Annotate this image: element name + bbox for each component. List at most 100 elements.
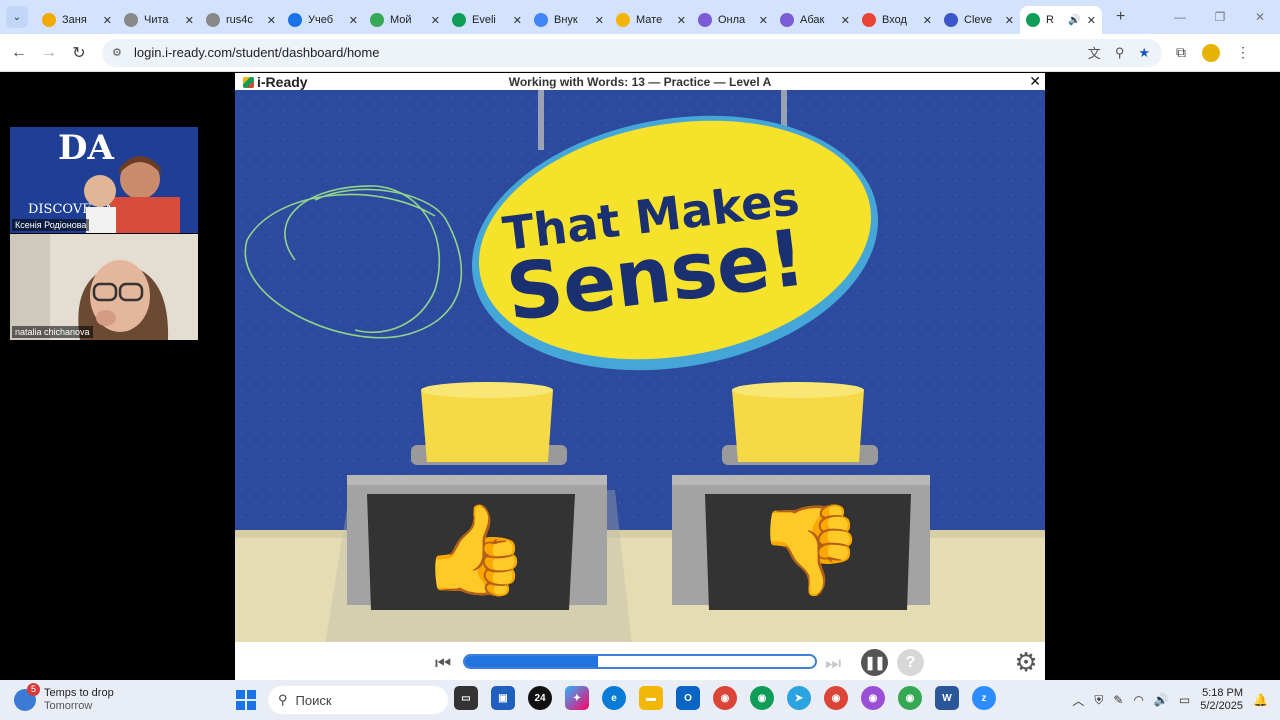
profile-avatar[interactable]	[1202, 43, 1220, 62]
store-icon[interactable]: ▣	[491, 686, 515, 710]
edge-icon[interactable]: e	[602, 686, 626, 710]
notifications-icon[interactable]: 🔔	[1253, 693, 1268, 707]
security-icon[interactable]: ⛨	[1094, 693, 1103, 708]
game-scene: That Makes Sense! 👍 👎	[235, 90, 1045, 642]
app-24-icon[interactable]: 24	[528, 686, 552, 710]
tab-label: Мате	[636, 14, 663, 26]
tab-close-icon[interactable]: ✕	[103, 14, 112, 27]
forward-button[interactable]: →	[34, 44, 64, 62]
tab-close-icon[interactable]: ✕	[267, 14, 276, 27]
url-input[interactable]: ⚙ login.i-ready.com/student/dashboard/ho…	[102, 38, 1162, 67]
smile-icon	[42, 13, 56, 27]
new-tab-button[interactable]: +	[1116, 8, 1125, 26]
minimize-button[interactable]: —	[1160, 10, 1200, 24]
chrome-profile-3-icon[interactable]: ◉	[861, 686, 885, 710]
volume-icon[interactable]: 🔊	[1154, 693, 1169, 707]
system-tray: ︿ ⛨ ✎ ◠ 🔊 ▭ 5:18 PM 5/2/2025 🔔	[1072, 680, 1280, 720]
weather-widget[interactable]: 5 Temps to drop Tomorrow	[14, 683, 214, 713]
weather-icon: 5	[14, 683, 40, 711]
tab-close-icon[interactable]: ✕	[349, 14, 358, 27]
browser-tab[interactable]: Чита ✕	[118, 6, 200, 34]
tab-label: Вход	[882, 14, 907, 26]
pause-button[interactable]: ❚❚	[861, 649, 888, 676]
browser-tab[interactable]: Eveli ✕	[446, 6, 528, 34]
clock[interactable]: 5:18 PM 5/2/2025	[1200, 687, 1243, 713]
zoom-icon[interactable]: ⚲	[1115, 45, 1125, 61]
tab-close-icon[interactable]: ✕	[513, 14, 522, 27]
close-window-button[interactable]: ✕	[1240, 10, 1280, 24]
browser-tab[interactable]: Мате ✕	[610, 6, 692, 34]
bookmark-star-icon[interactable]: ★	[1138, 45, 1150, 61]
tab-close-icon[interactable]: ✕	[677, 14, 686, 27]
lesson-title: Working with Words: 13 — Practice — Leve…	[508, 74, 772, 89]
tab-close-icon[interactable]: ✕	[185, 14, 194, 27]
tab-audio-icon[interactable]: 🔊	[1068, 15, 1080, 26]
taskbar-search-input[interactable]: ⚲ Поиск	[268, 686, 448, 714]
menu-kebab-icon[interactable]: ⋮	[1236, 44, 1250, 61]
settings-gear-icon[interactable]: ⚙	[1012, 648, 1040, 676]
outlook-icon[interactable]: O	[676, 686, 700, 710]
tab-close-icon[interactable]: ✕	[759, 14, 768, 27]
browser-tab[interactable]: Заня ✕	[36, 6, 118, 34]
browser-tab[interactable]: Вход ✕	[856, 6, 938, 34]
browser-tab[interactable]: Внук ✕	[528, 6, 610, 34]
address-bar: ← → ↻ ⚙ login.i-ready.com/student/dashbo…	[0, 34, 1280, 72]
pen-icon[interactable]: ✎	[1113, 693, 1123, 707]
iready-cube-icon	[243, 76, 254, 88]
c-icon	[944, 13, 958, 27]
next-button[interactable]: ⏭	[825, 653, 841, 674]
player-header: i-Ready Working with Words: 13 — Practic…	[235, 73, 1045, 90]
participant-name: natalia chichanova	[12, 326, 93, 338]
tab-close-icon[interactable]: ✕	[431, 14, 440, 27]
browser-tab[interactable]: rus4c ✕	[200, 6, 282, 34]
copilot-icon[interactable]: ✦	[565, 686, 589, 710]
drive-icon	[370, 13, 384, 27]
maximize-button[interactable]: ❐	[1200, 10, 1240, 24]
close-lesson-button[interactable]: ✕	[1029, 73, 1041, 90]
extensions-icon[interactable]: ⧉	[1176, 44, 1186, 61]
browser-tab[interactable]: Абак ✕	[774, 6, 856, 34]
windows-start-button[interactable]	[236, 690, 256, 710]
tab-close-icon[interactable]: ✕	[923, 14, 932, 27]
tray-chevron-icon[interactable]: ︿	[1072, 692, 1084, 709]
iready-player: i-Ready Working with Words: 13 — Practic…	[235, 73, 1045, 680]
chrome-icon[interactable]: ◉	[713, 686, 737, 710]
tab-label: Абак	[800, 14, 825, 26]
chrome-profile-4-icon[interactable]: ◉	[898, 686, 922, 710]
translate-icon[interactable]: 文	[1088, 43, 1101, 62]
tab-search-button[interactable]: ⌄	[6, 6, 28, 28]
tab-close-icon[interactable]: ✕	[1005, 14, 1014, 27]
browser-tab[interactable]: Онла ✕	[692, 6, 774, 34]
chrome-profile-icon[interactable]: ◉	[750, 686, 774, 710]
participant-video-1: DA DISCOVE EMY	[10, 127, 198, 233]
smile-icon	[124, 13, 138, 27]
docs-icon	[534, 13, 548, 27]
chrome-profile-2-icon[interactable]: ◉	[824, 686, 848, 710]
wifi-icon[interactable]: ◠	[1133, 693, 1143, 707]
word-icon[interactable]: W	[935, 686, 959, 710]
thumbs-up-icon: 👍	[420, 500, 530, 600]
reload-button[interactable]: ↻	[64, 43, 94, 63]
help-button[interactable]: ?	[897, 649, 924, 676]
tab-close-icon[interactable]: ✕	[595, 14, 604, 27]
back-button[interactable]: ←	[4, 44, 34, 62]
zoom-icon[interactable]: z	[972, 686, 996, 710]
tab-close-icon[interactable]: ✕	[841, 14, 850, 27]
browser-tab[interactable]: Cleve ✕	[938, 6, 1020, 34]
browser-tab[interactable]: Учеб ✕	[282, 6, 364, 34]
site-info-icon[interactable]: ⚙	[112, 46, 126, 60]
telegram-icon[interactable]: ➤	[787, 686, 811, 710]
task-view-icon[interactable]: ▭	[454, 686, 478, 710]
tab-label: rus4c	[226, 14, 253, 26]
battery-icon[interactable]: ▭	[1179, 693, 1190, 707]
previous-button[interactable]: ⏮	[435, 653, 451, 674]
video-tile-2[interactable]: natalia chichanova	[10, 234, 198, 340]
file-explorer-icon[interactable]: ▬	[639, 686, 663, 710]
tab-strip: Заня ✕ Чита ✕ rus4c ✕ Учеб ✕ Мой ✕ Eveli ✕ Внук ✕ Мате…	[36, 0, 1102, 34]
tab-label: Чита	[144, 14, 169, 26]
tab-close-icon[interactable]: ✕	[1087, 14, 1096, 27]
browser-tab[interactable]: Мой ✕	[364, 6, 446, 34]
o-icon	[288, 13, 302, 27]
video-tile-1[interactable]: DA DISCOVE EMY Ксенія Родіонова	[10, 127, 198, 233]
browser-tab[interactable]: R 🔊 ✕	[1020, 6, 1102, 34]
